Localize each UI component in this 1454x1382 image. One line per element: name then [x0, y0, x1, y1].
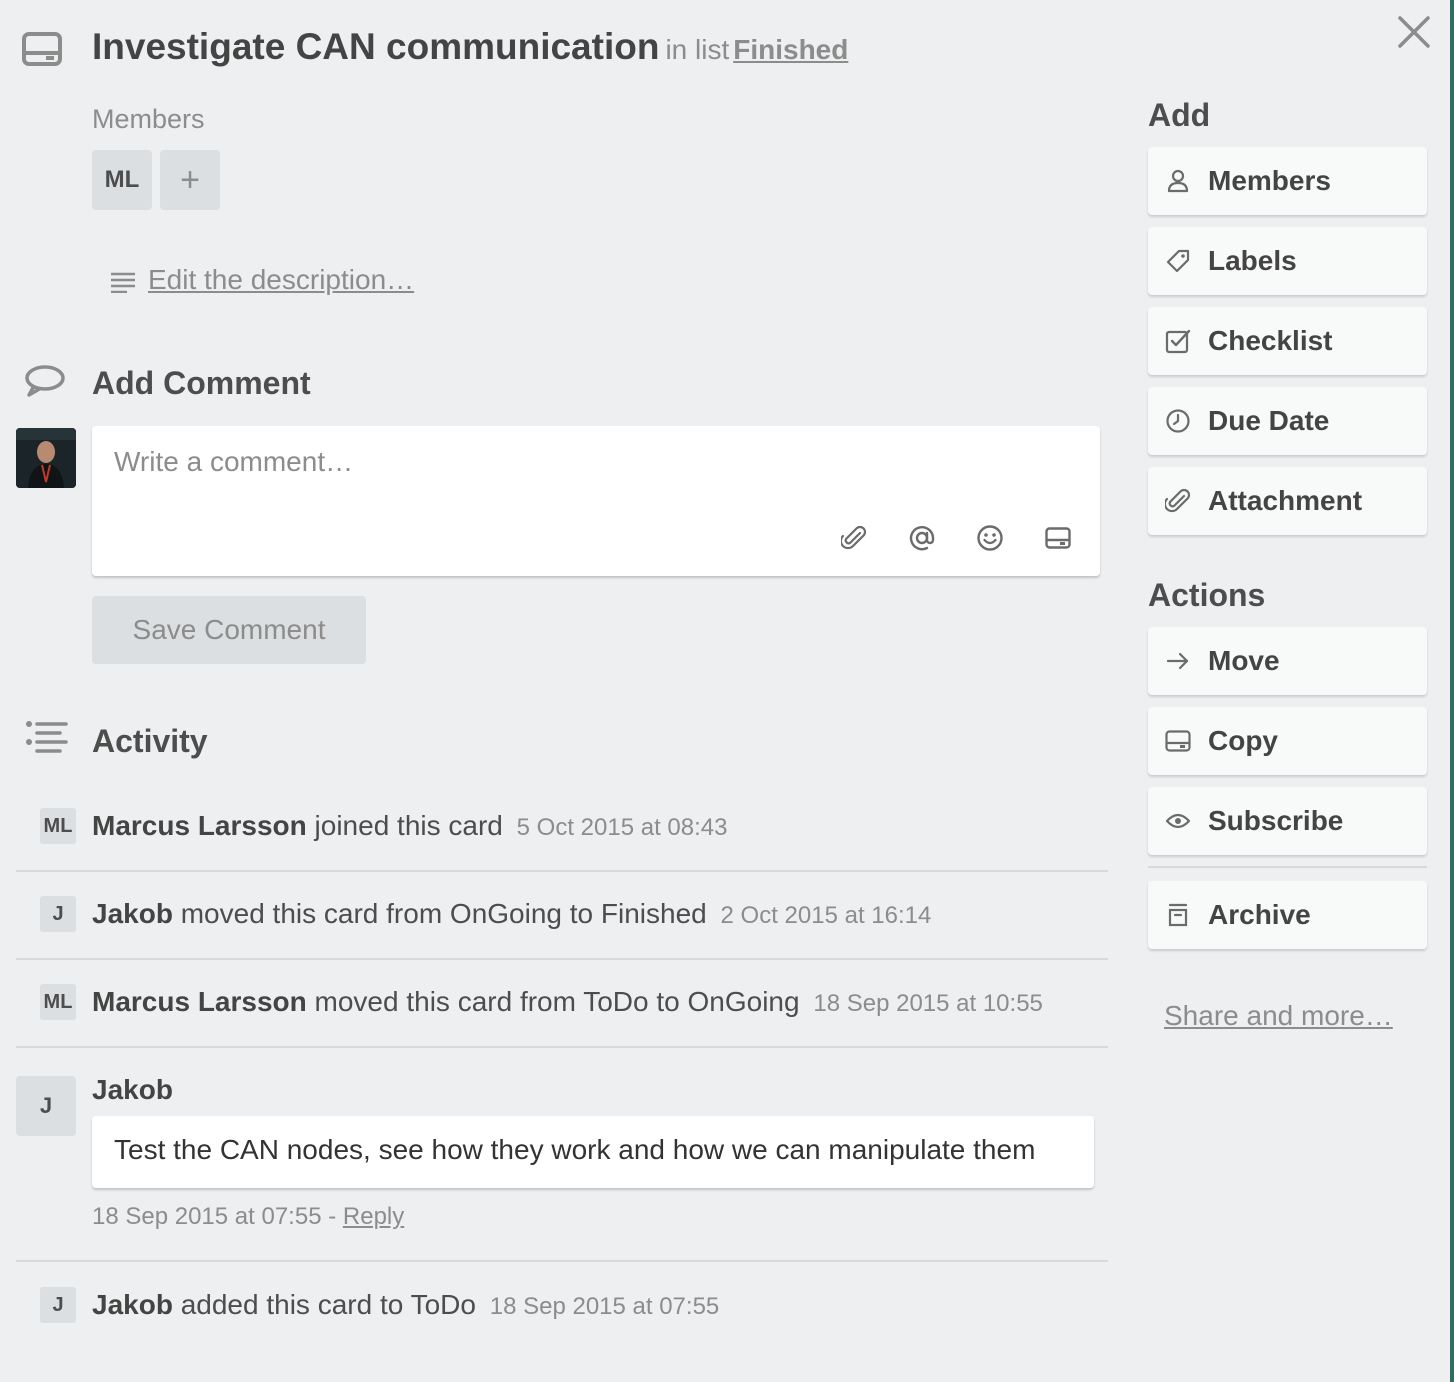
activity-action: added this card to ToDo [180, 1289, 476, 1320]
comment-author[interactable]: Jakob [92, 1074, 173, 1106]
window-edge [1450, 0, 1454, 1382]
activity-user[interactable]: Jakob [92, 1289, 173, 1320]
activity-text: Marcus Larsson joined this card 5 Oct 20… [92, 810, 727, 842]
card-title[interactable]: Investigate CAN communication [92, 26, 659, 67]
actions-section-title: Actions [1148, 577, 1266, 613]
arrow-right-icon [1148, 651, 1208, 671]
add-comment-title: Add Comment [92, 365, 311, 401]
member-avatar[interactable]: ML [92, 150, 152, 210]
card-title-row: Investigate CAN communication in list Fini… [92, 26, 848, 68]
activity-avatar[interactable]: J [40, 1287, 76, 1323]
add-members-button[interactable]: Members [1148, 147, 1427, 215]
clock-icon [1148, 408, 1208, 434]
emoji-icon[interactable] [970, 518, 1010, 558]
card-icon [1148, 730, 1208, 752]
subscribe-button[interactable]: Subscribe [1148, 787, 1427, 855]
close-icon[interactable] [1396, 14, 1432, 50]
paperclip-icon[interactable] [834, 518, 874, 558]
button-label: Members [1208, 165, 1331, 196]
button-label: Attachment [1208, 485, 1363, 516]
tag-icon [1148, 249, 1208, 273]
activity-user[interactable]: Marcus Larsson [92, 986, 307, 1017]
save-comment-button[interactable]: Save Comment [92, 596, 366, 664]
comment-body: Test the CAN nodes, see how they work an… [92, 1116, 1094, 1188]
activity-time[interactable]: 2 Oct 2015 at 16:14 [721, 902, 932, 929]
activity-entry: J Jakob added this card to ToDo 18 Sep 2… [16, 1262, 1108, 1350]
edit-description-link[interactable]: Edit the description… [148, 264, 414, 296]
add-section-title: Add [1148, 97, 1211, 133]
add-member-button[interactable]: + [160, 150, 220, 210]
comment-box[interactable]: Write a comment… [92, 426, 1100, 576]
activity-user[interactable]: Marcus Larsson [92, 810, 307, 841]
comment-meta: 18 Sep 2015 at 07:55 - Reply [92, 1203, 404, 1231]
add-due-date-button[interactable]: Due Date [1148, 387, 1427, 455]
comment-time[interactable]: 18 Sep 2015 at 07:55 [92, 1203, 322, 1230]
add-attachment-button[interactable]: Attachment [1148, 467, 1427, 535]
comment-separator: - [328, 1203, 337, 1230]
eye-icon [1148, 812, 1208, 830]
button-label: Move [1208, 645, 1280, 676]
archive-icon [1148, 903, 1208, 927]
activity-avatar[interactable]: ML [40, 808, 76, 844]
sidebar-divider [1148, 866, 1427, 868]
paperclip-icon [1148, 488, 1208, 514]
copy-button[interactable]: Copy [1148, 707, 1427, 775]
activity-time[interactable]: 18 Sep 2015 at 07:55 [490, 1293, 720, 1320]
activity-text: Marcus Larsson moved this card from ToDo… [92, 986, 1043, 1018]
activity-title: Activity [92, 723, 208, 759]
reply-link[interactable]: Reply [343, 1203, 404, 1230]
button-label: Labels [1208, 245, 1297, 276]
share-and-more-link[interactable]: Share and more… [1164, 1000, 1393, 1032]
user-avatar [16, 428, 76, 488]
person-icon [1148, 169, 1208, 193]
archive-button[interactable]: Archive [1148, 881, 1427, 949]
button-label: Subscribe [1208, 805, 1344, 836]
button-label: Archive [1208, 899, 1311, 930]
move-button[interactable]: Move [1148, 627, 1427, 695]
mention-icon[interactable] [902, 518, 942, 558]
activity-icon [24, 720, 68, 756]
comment-placeholder[interactable]: Write a comment… [114, 446, 353, 478]
members-label: Members [92, 104, 205, 134]
button-label: Copy [1208, 725, 1278, 756]
card-icon [22, 32, 62, 66]
activity-text: Jakob moved this card from OnGoing to Fi… [92, 898, 931, 930]
add-checklist-button[interactable]: Checklist [1148, 307, 1427, 375]
activity-entry: J Jakob moved this card from OnGoing to … [16, 872, 1108, 960]
activity-entry: ML Marcus Larsson moved this card from T… [16, 960, 1108, 1048]
card-link-icon[interactable] [1038, 518, 1078, 558]
in-list-prefix: in list [665, 34, 730, 65]
activity-text: Jakob added this card to ToDo 18 Sep 201… [92, 1289, 719, 1321]
comment-avatar[interactable]: J [16, 1076, 76, 1136]
add-labels-button[interactable]: Labels [1148, 227, 1427, 295]
checkbox-icon [1148, 328, 1208, 354]
activity-time[interactable]: 18 Sep 2015 at 10:55 [813, 990, 1043, 1017]
activity-action: moved this card from OnGoing to Finished [180, 898, 707, 929]
activity-avatar[interactable]: J [40, 896, 76, 932]
description-icon [110, 271, 136, 293]
button-label: Due Date [1208, 405, 1330, 436]
activity-entry: ML Marcus Larsson joined this card 5 Oct… [16, 784, 1108, 872]
list-name-link[interactable]: Finished [733, 34, 848, 65]
activity-action: joined this card [314, 810, 503, 841]
speech-bubble-icon [24, 364, 66, 398]
button-label: Checklist [1208, 325, 1333, 356]
activity-avatar[interactable]: ML [40, 984, 76, 1020]
activity-action: moved this card from ToDo to OnGoing [314, 986, 800, 1017]
activity-user[interactable]: Jakob [92, 898, 173, 929]
activity-time[interactable]: 5 Oct 2015 at 08:43 [517, 814, 728, 841]
